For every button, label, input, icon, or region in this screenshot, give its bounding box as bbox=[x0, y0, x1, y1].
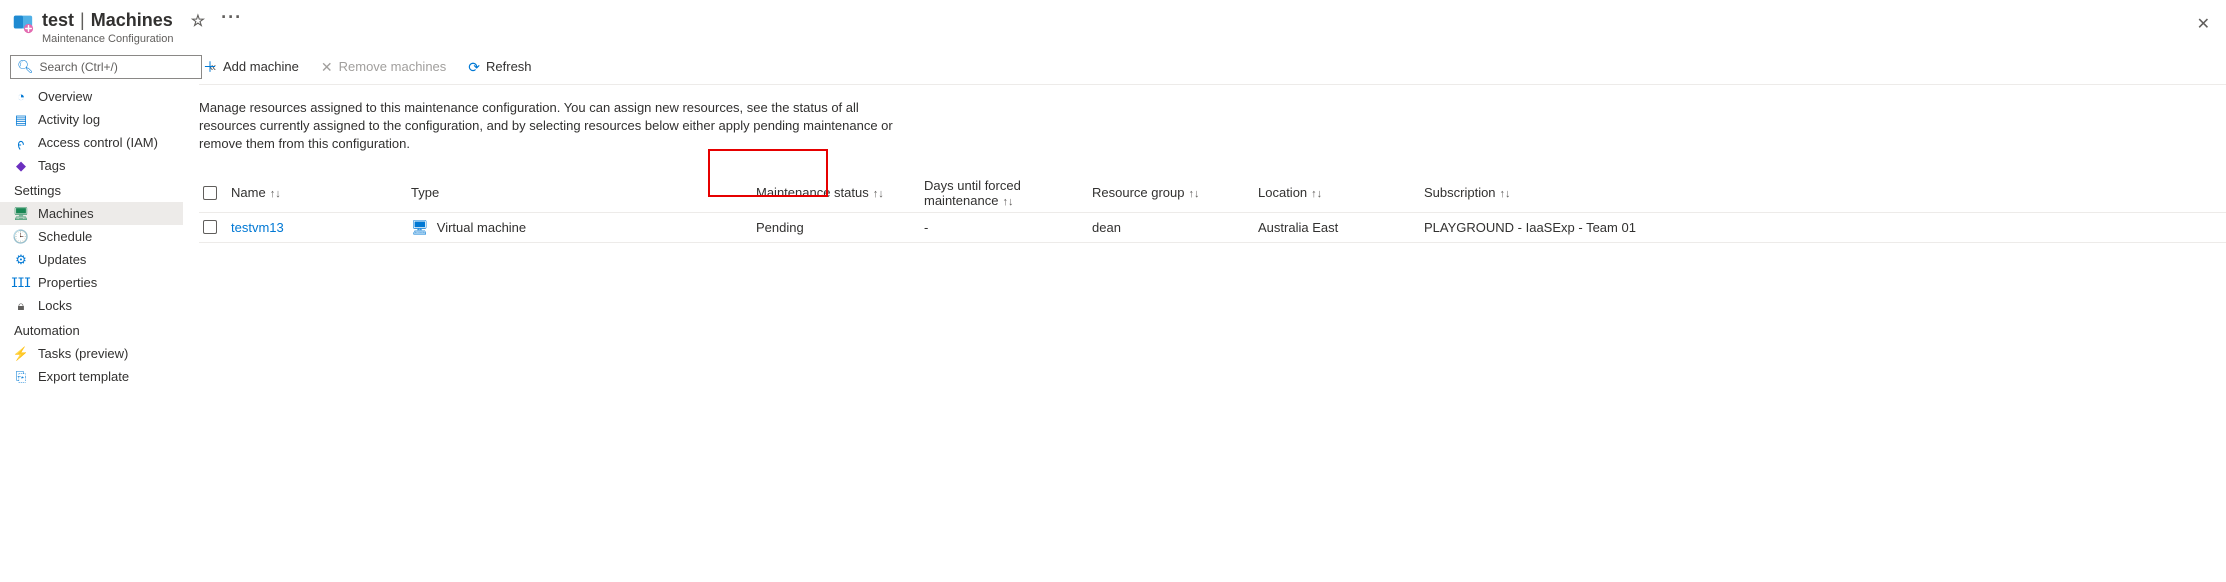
sidebar-item-export-template[interactable]: ⎘ Export template bbox=[0, 365, 183, 388]
sidebar-item-label: Activity log bbox=[38, 112, 100, 127]
column-header-subscription[interactable]: Subscription↑↓ bbox=[1424, 181, 2226, 204]
cell-maintenance-status: Pending bbox=[756, 220, 804, 235]
refresh-button[interactable]: ⟳ Refresh bbox=[464, 55, 535, 78]
column-header-maintenance-status[interactable]: Maintenance status↑↓ bbox=[756, 181, 924, 204]
cell-subscription: PLAYGROUND - IaaSExp - Team 01 bbox=[1424, 220, 1636, 235]
sidebar-group-automation: Automation bbox=[0, 317, 183, 342]
favorite-star-icon[interactable]: ☆ bbox=[191, 11, 205, 31]
sidebar-search[interactable]: 🔍︎ bbox=[10, 55, 202, 79]
refresh-icon: ⟳ bbox=[468, 60, 480, 74]
sidebar-item-label: Schedule bbox=[38, 229, 92, 244]
sidebar-item-activity-log[interactable]: ▤ Activity log bbox=[0, 108, 183, 131]
toolbar-label: Remove machines bbox=[339, 59, 447, 74]
sidebar-item-access-control[interactable]: ᠻ Access control (IAM) bbox=[0, 131, 183, 154]
search-icon: 🔍︎ bbox=[17, 59, 34, 75]
sort-icon: ↑↓ bbox=[1002, 196, 1013, 208]
sidebar-item-label: Tags bbox=[38, 158, 65, 173]
row-checkbox[interactable] bbox=[199, 216, 231, 238]
toolbar-label: Add machine bbox=[223, 59, 299, 74]
column-header-resource-group[interactable]: Resource group↑↓ bbox=[1092, 181, 1258, 204]
column-header-name[interactable]: Name↑↓ bbox=[231, 181, 411, 204]
more-menu-icon[interactable]: ··· bbox=[221, 7, 242, 28]
sidebar-item-label: Properties bbox=[38, 275, 97, 290]
sidebar-item-label: Tasks (preview) bbox=[38, 346, 128, 361]
maintenance-config-icon bbox=[12, 12, 34, 34]
close-icon[interactable]: ✕ bbox=[2197, 14, 2210, 34]
properties-icon: ⵊⵊⵊ bbox=[14, 276, 28, 290]
table-header-row: Name↑↓ Type Maintenance status↑↓ Days un… bbox=[199, 174, 2226, 213]
export-template-icon: ⎘ bbox=[14, 370, 28, 384]
schedule-icon: 🕒 bbox=[14, 230, 28, 244]
page-header: test | Machines ☆ ··· Maintenance Config… bbox=[0, 0, 2226, 49]
cell-resource-group: dean bbox=[1092, 220, 1121, 235]
resource-link[interactable]: testvm13 bbox=[231, 220, 284, 235]
sidebar-item-updates[interactable]: ⚙ Updates bbox=[0, 248, 183, 271]
cell-type: Virtual machine bbox=[437, 220, 526, 235]
sidebar-group-settings: Settings bbox=[0, 177, 183, 202]
sidebar-item-label: Access control (IAM) bbox=[38, 135, 158, 150]
select-all-checkbox[interactable] bbox=[199, 182, 231, 204]
toolbar-label: Refresh bbox=[486, 59, 532, 74]
add-machine-button[interactable]: ＋ Add machine bbox=[199, 55, 303, 78]
toolbar: ＋ Add machine ✕ Remove machines ⟳ Refres… bbox=[199, 49, 2226, 85]
page-description: Manage resources assigned to this mainte… bbox=[199, 85, 899, 162]
access-control-icon: ᠻ bbox=[14, 136, 28, 150]
remove-icon: ✕ bbox=[321, 60, 333, 74]
remove-machines-button: ✕ Remove machines bbox=[317, 55, 450, 78]
sidebar-item-tags[interactable]: ◆ Tags bbox=[0, 154, 183, 177]
plus-icon: ＋ bbox=[203, 60, 217, 74]
tags-icon: ◆ bbox=[14, 159, 28, 173]
sort-icon: ↑↓ bbox=[1189, 188, 1200, 200]
sidebar-item-label: Machines bbox=[38, 206, 94, 221]
sort-icon: ↑↓ bbox=[873, 188, 884, 200]
updates-icon: ⚙ bbox=[14, 253, 28, 267]
sort-icon: ↑↓ bbox=[1500, 188, 1511, 200]
main-content: ＋ Add machine ✕ Remove machines ⟳ Refres… bbox=[183, 49, 2226, 582]
sidebar-item-label: Overview bbox=[38, 89, 92, 104]
cell-location: Australia East bbox=[1258, 220, 1338, 235]
sort-icon: ↑↓ bbox=[1311, 188, 1322, 200]
sidebar: 🔍︎ « ◔ Overview ▤ Activity log ᠻ Access … bbox=[0, 49, 183, 582]
sort-icon: ↑↓ bbox=[270, 188, 281, 200]
locks-icon: 🔒︎ bbox=[14, 299, 28, 313]
sidebar-item-properties[interactable]: ⵊⵊⵊ Properties bbox=[0, 271, 183, 294]
breadcrumb: test | Machines ☆ ··· bbox=[42, 10, 242, 31]
sidebar-item-label: Updates bbox=[38, 252, 86, 267]
breadcrumb-resource[interactable]: test bbox=[42, 10, 74, 31]
cell-days-until: - bbox=[924, 220, 928, 235]
sidebar-item-schedule[interactable]: 🕒 Schedule bbox=[0, 225, 183, 248]
column-header-location[interactable]: Location↑↓ bbox=[1258, 181, 1424, 204]
column-header-type[interactable]: Type bbox=[411, 181, 756, 204]
sidebar-item-label: Locks bbox=[38, 298, 72, 313]
overview-icon: ◔ bbox=[14, 90, 28, 104]
table-row[interactable]: testvm13 🖥︎ Virtual machine Pending - de… bbox=[199, 213, 2226, 243]
breadcrumb-subtitle: Maintenance Configuration bbox=[42, 33, 242, 45]
breadcrumb-separator: | bbox=[80, 10, 85, 31]
machines-table: Name↑↓ Type Maintenance status↑↓ Days un… bbox=[199, 162, 2226, 243]
machines-icon: 🖥︎ bbox=[14, 207, 28, 221]
breadcrumb-page: Machines bbox=[91, 10, 173, 31]
virtual-machine-icon: 🖥︎ bbox=[411, 219, 429, 236]
column-header-days-until[interactable]: Days until forced maintenance↑↓ bbox=[924, 174, 1092, 212]
sidebar-item-locks[interactable]: 🔒︎ Locks bbox=[0, 294, 183, 317]
sidebar-item-tasks[interactable]: ⚡ Tasks (preview) bbox=[0, 342, 183, 365]
search-input[interactable] bbox=[40, 60, 195, 74]
activity-log-icon: ▤ bbox=[14, 113, 28, 127]
tasks-icon: ⚡ bbox=[14, 347, 28, 361]
sidebar-item-machines[interactable]: 🖥︎ Machines bbox=[0, 202, 183, 225]
sidebar-item-overview[interactable]: ◔ Overview bbox=[0, 85, 183, 108]
sidebar-item-label: Export template bbox=[38, 369, 129, 384]
